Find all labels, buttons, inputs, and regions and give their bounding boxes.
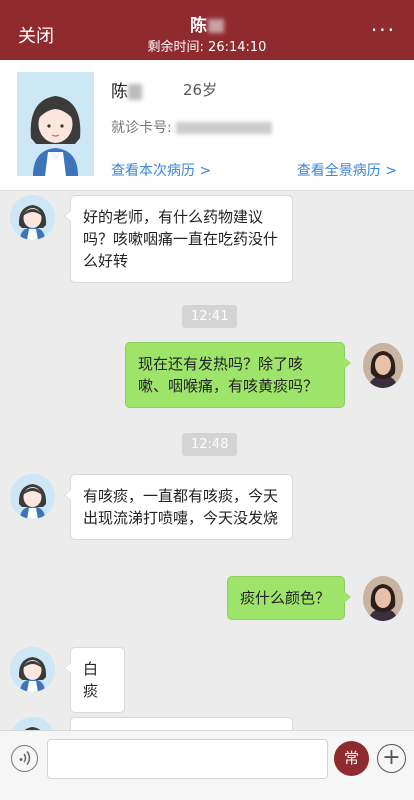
more-menu-button[interactable]: ··· <box>371 18 396 42</box>
message-bubble: 现在还有发热吗？除了咳嗽、咽喉痛，有咳黄痰吗？ <box>125 342 351 408</box>
message-bubble: 痰什么颜色？ <box>227 576 351 620</box>
common-phrases-button[interactable]: 常 <box>334 741 369 776</box>
patient-avatar-small <box>10 647 55 692</box>
patient-avatar-small <box>10 717 55 730</box>
patient-age: 26岁 <box>183 81 218 99</box>
card-number: 就诊卡号: <box>111 117 273 137</box>
chat-title: 陈 <box>0 11 414 36</box>
voice-icon[interactable] <box>11 745 38 772</box>
patient-name-text: 陈 <box>111 82 128 102</box>
timestamp: 12:48 <box>182 433 238 456</box>
patient-avatar-small <box>10 474 55 519</box>
patient-avatar-small <box>10 195 55 240</box>
message-bubble: 白痰 <box>64 647 125 713</box>
top-bar: 关闭 陈 剩余时间: 26:14:10 ··· <box>0 0 414 60</box>
message-bubble: 好的老师，有什么药物建议吗？咳嗽咽痛一直在吃药没什么好转 <box>64 195 293 283</box>
message-input[interactable] <box>47 739 328 779</box>
patient-avatar <box>17 72 94 176</box>
timestamp: 12:41 <box>182 305 238 328</box>
patient-name-title: 陈 <box>190 16 207 36</box>
doctor-avatar <box>363 343 403 388</box>
chat-area[interactable]: 好的老师，有什么药物建议吗？咳嗽咽痛一直在吃药没什么好转 12:41 现在还有发… <box>0 191 414 730</box>
remaining-time: 剩余时间: 26:14:10 <box>147 40 267 55</box>
view-full-record-link[interactable]: 查看全景病历 > <box>297 160 397 180</box>
add-attachment-button[interactable]: + <box>377 744 406 773</box>
name-redaction <box>128 84 142 100</box>
message-bubble: 有咳痰，一直都有咳痰，今天出现流涕打喷嚏，今天没发烧 <box>64 474 293 540</box>
message-bubble-partial <box>70 717 293 730</box>
patient-name: 陈 <box>111 77 142 102</box>
input-bar: 常 + <box>0 730 414 800</box>
card-number-label: 就诊卡号: <box>111 120 177 136</box>
doctor-avatar <box>363 576 403 621</box>
patient-info-card: 陈 26岁 就诊卡号: 查看本次病历 > 查看全景病历 > <box>0 60 414 191</box>
card-number-redaction <box>176 122 273 134</box>
view-current-record-link[interactable]: 查看本次病历 > <box>111 160 211 180</box>
name-redaction <box>208 19 224 33</box>
